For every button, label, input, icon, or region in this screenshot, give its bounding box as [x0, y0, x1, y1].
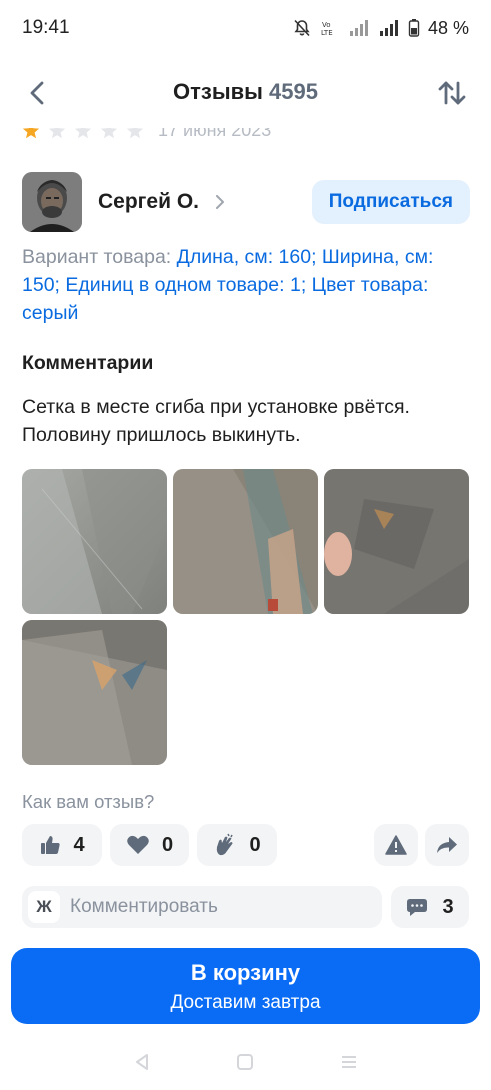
chat-bubble-icon: [407, 899, 428, 916]
share-icon: [437, 837, 457, 853]
review-photo[interactable]: [324, 469, 469, 614]
heart-count: 0: [161, 833, 174, 856]
product-variant: Вариант товара: Длина, см: 160; Ширина, …: [22, 243, 470, 327]
nav-home-icon[interactable]: [236, 1053, 254, 1076]
heart-button[interactable]: 0: [110, 824, 189, 866]
previous-review-rating-row: 17 июня 2023: [22, 128, 482, 148]
signal-icon: [378, 18, 400, 38]
chevron-right-icon[interactable]: [213, 195, 227, 209]
report-button[interactable]: [374, 824, 418, 866]
system-nav-bar: [0, 1038, 491, 1090]
like-count: 4: [73, 833, 85, 856]
comment-field[interactable]: Ж: [22, 886, 382, 928]
status-time: 19:41: [22, 17, 70, 38]
delivery-info: Доставим завтра: [170, 992, 321, 1013]
avatar[interactable]: [22, 172, 82, 232]
battery-icon: [408, 18, 420, 38]
author-name[interactable]: Сергей О.: [98, 190, 199, 214]
clap-button[interactable]: 0: [197, 824, 277, 866]
review-comment: Сетка в месте сгиба при установке рвётся…: [22, 396, 410, 446]
page-title: Отзывы 4595: [173, 79, 318, 105]
review-author: Сергей О. Подписаться: [22, 172, 470, 232]
rating-stars: [22, 128, 144, 140]
review-photo[interactable]: [22, 620, 167, 765]
mute-icon: [292, 18, 312, 38]
keyboard-letter-icon: Ж: [28, 891, 60, 923]
nav-back-icon[interactable]: [133, 1053, 151, 1076]
sort-icon: [438, 81, 466, 105]
star-empty-icon: [74, 128, 92, 139]
comments-button[interactable]: 3: [391, 886, 469, 928]
variant-label: Вариант товара:: [22, 246, 177, 268]
svg-text:Vo: Vo: [322, 21, 331, 29]
feedback-question: Как вам отзыв?: [22, 791, 155, 812]
subscribe-button[interactable]: Подписаться: [311, 180, 470, 224]
star-filled-icon: [22, 128, 40, 139]
status-bar: 19:41 Vo LTE 48 %: [0, 0, 491, 56]
chevron-left-icon: [30, 81, 44, 105]
like-button[interactable]: 4: [22, 824, 102, 866]
nav-menu-icon[interactable]: [340, 1053, 358, 1076]
review-photo[interactable]: [22, 469, 167, 614]
cart-button-label: В корзину: [190, 960, 301, 985]
star-empty-icon: [48, 128, 66, 139]
back-button[interactable]: [22, 78, 52, 108]
star-empty-icon: [100, 128, 118, 139]
volte-icon: Vo LTE: [320, 18, 340, 38]
top-bar: Отзывы 4595: [0, 62, 491, 122]
sort-button[interactable]: [435, 76, 469, 110]
signal-icon: [348, 18, 370, 38]
comment-input[interactable]: [70, 896, 360, 918]
add-to-cart-button[interactable]: В корзину Доставим завтра: [11, 948, 480, 1024]
comments-count: 3: [442, 895, 454, 918]
page-title-text: Отзывы: [173, 79, 263, 104]
review-photo[interactable]: [173, 469, 318, 614]
review-date: 17 июня 2023: [158, 128, 272, 140]
status-icons: Vo LTE 48 %: [292, 18, 469, 39]
battery-percent: 48 %: [427, 17, 469, 38]
share-button[interactable]: [425, 824, 469, 866]
svg-text:LTE: LTE: [321, 29, 333, 37]
clap-count: 0: [249, 833, 261, 856]
star-empty-icon: [126, 128, 144, 139]
heart-icon: [127, 835, 149, 854]
clap-icon: [217, 833, 234, 856]
comments-heading: Комментарии: [22, 352, 154, 374]
reviews-count: 4595: [268, 79, 318, 104]
thumbs-up-icon: [41, 836, 61, 854]
warning-icon: [385, 835, 407, 855]
